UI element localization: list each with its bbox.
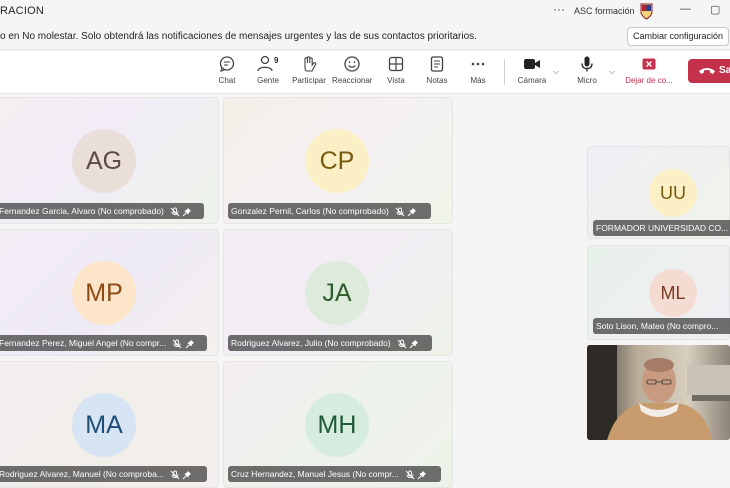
more-button[interactable]: Más	[463, 55, 493, 85]
pin-icon[interactable]	[185, 339, 195, 349]
nameplate-icons	[395, 203, 417, 219]
participant-avatar: AG	[72, 129, 136, 193]
participant-avatar: MA	[72, 393, 136, 457]
raise-hand-label: Participar	[292, 76, 326, 85]
notes-icon	[430, 56, 444, 72]
participant-name: Fernandez Perez, Miguel Angel (No compr.…	[0, 338, 167, 348]
participant-avatar: MH	[305, 393, 369, 457]
leave-button[interactable]: Dejar de co...	[624, 55, 674, 85]
nameplate-icons	[172, 335, 194, 351]
participant-name: Gonzalez Pernil, Carlos (No comprobado)	[231, 206, 389, 216]
microphone-label: Micro	[577, 76, 597, 85]
more-label: Más	[470, 76, 486, 85]
camera-button[interactable]: Cámara	[514, 55, 550, 85]
hangup-label: Sa	[719, 65, 730, 76]
meeting-toolbar: Chat 9 Gente Participar Reaccionar Vista…	[0, 51, 730, 94]
participant-name: FORMADOR UNIVERSIDAD CO...	[596, 223, 729, 233]
more-icon	[471, 62, 485, 66]
window-title: RACION	[0, 5, 44, 17]
smiley-icon	[344, 56, 360, 72]
maximize-icon[interactable]: ▢	[710, 3, 720, 16]
mic-off-icon	[395, 207, 405, 217]
grid-view-icon	[388, 56, 404, 72]
participant-nameplate: Cruz Hernandez, Manuel Jesus (No compr..…	[228, 466, 441, 482]
organization-logo-icon[interactable]	[640, 3, 653, 20]
microphone-options-chevron-icon[interactable]: ⌵	[609, 67, 615, 77]
pin-icon[interactable]	[182, 470, 192, 480]
participant-avatar: CP	[305, 129, 369, 193]
participant-name: Rodriguez Alvarez, Manuel (No comproba..…	[0, 469, 164, 479]
title-bar: RACION ··· ASC formación — ▢	[0, 0, 730, 24]
participant-nameplate: Fernandez Perez, Miguel Angel (No compr.…	[0, 335, 207, 351]
video-feed-image	[587, 345, 730, 440]
nameplate-icons	[397, 335, 419, 351]
microphone-icon	[581, 56, 593, 72]
minimize-icon[interactable]: —	[680, 3, 691, 15]
participant-name: Fernandez Garcia, Alvaro (No comprobado)	[0, 206, 164, 216]
participant-nameplate: Rodriguez Alvarez, Manuel (No comproba..…	[0, 466, 207, 482]
participant-avatar: ML	[649, 269, 697, 317]
chat-button[interactable]: Chat	[212, 55, 242, 85]
organization-name[interactable]: ASC formación	[574, 6, 635, 16]
chat-icon	[219, 56, 235, 73]
mic-off-icon	[170, 470, 180, 480]
participant-avatar: MP	[72, 261, 136, 325]
react-label: Reaccionar	[332, 76, 373, 85]
mic-off-icon	[172, 339, 182, 349]
participant-nameplate: Rodriguez Alvarez, Julio (No comprobado)	[228, 335, 432, 351]
participant-nameplate: FORMADOR UNIVERSIDAD CO...	[593, 220, 730, 236]
pin-icon[interactable]	[409, 339, 419, 349]
microphone-button[interactable]: Micro	[572, 55, 602, 85]
people-label: Gente	[257, 76, 279, 85]
notes-label: Notas	[426, 76, 448, 85]
more-options-icon[interactable]: ···	[553, 2, 565, 16]
change-settings-button[interactable]: Cambiar configuración	[627, 27, 729, 46]
people-icon: 9	[257, 55, 279, 72]
leave-label: Dejar de co...	[625, 76, 673, 85]
view-label: Vista	[387, 76, 405, 85]
mic-off-icon	[397, 339, 407, 349]
mic-off-icon	[170, 207, 180, 217]
participant-avatar: UU	[649, 169, 697, 217]
self-video-preview[interactable]	[587, 345, 730, 440]
notes-button[interactable]: Notas	[422, 55, 452, 85]
participant-nameplate: Soto Lison, Mateo (No compro...	[593, 318, 730, 334]
chat-label: Chat	[218, 76, 236, 85]
raise-hand-button[interactable]: Participar	[291, 55, 327, 85]
view-button[interactable]: Vista	[381, 55, 411, 85]
pin-icon[interactable]	[417, 470, 427, 480]
participant-nameplate: Fernandez Garcia, Alvaro (No comprobado)	[0, 203, 204, 219]
camera-label: Cámara	[517, 76, 547, 85]
camera-options-chevron-icon[interactable]: ⌵	[553, 67, 559, 77]
hangup-button[interactable]: Sa	[688, 59, 730, 83]
pin-icon[interactable]	[182, 207, 192, 217]
do-not-disturb-banner: o en No molestar. Solo obtendrá las noti…	[0, 24, 730, 50]
leave-icon	[642, 58, 656, 70]
nameplate-icons	[170, 203, 192, 219]
phone-hangup-icon	[699, 68, 715, 74]
pin-icon[interactable]	[407, 207, 417, 217]
toolbar-divider	[504, 59, 505, 85]
participant-nameplate: Gonzalez Pernil, Carlos (No comprobado)	[228, 203, 431, 219]
people-button[interactable]: 9 Gente	[253, 55, 283, 85]
people-count: 9	[274, 56, 279, 65]
participant-avatar: JA	[305, 261, 369, 325]
participant-name: Soto Lison, Mateo (No compro...	[596, 321, 719, 331]
participant-name: Cruz Hernandez, Manuel Jesus (No compr..…	[231, 469, 399, 479]
banner-message: o en No molestar. Solo obtendrá las noti…	[0, 31, 477, 42]
raise-hand-icon	[304, 56, 317, 72]
nameplate-icons	[405, 466, 427, 482]
camera-icon	[524, 59, 540, 69]
nameplate-icons	[170, 466, 192, 482]
react-button[interactable]: Reaccionar	[332, 55, 372, 85]
mic-off-icon	[405, 470, 415, 480]
participant-name: Rodriguez Alvarez, Julio (No comprobado)	[231, 338, 391, 348]
